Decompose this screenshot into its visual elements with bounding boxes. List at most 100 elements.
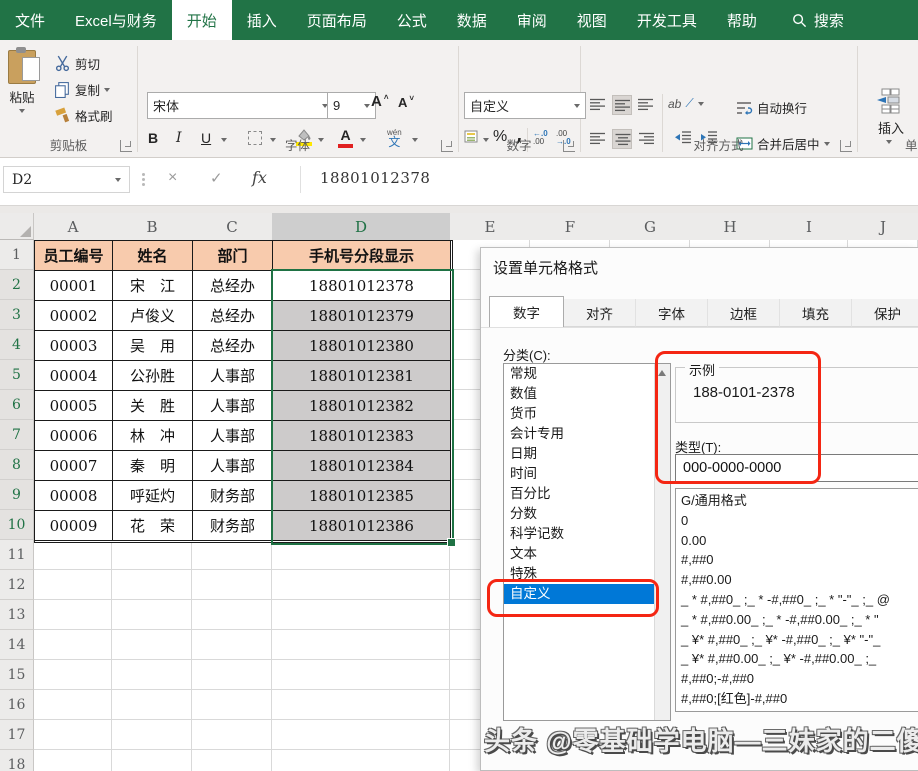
table-cell-r2c3[interactable]: 18801012379 bbox=[273, 301, 451, 331]
ribbon-tab-file[interactable]: 文件 bbox=[0, 0, 60, 40]
font-dialog-launcher[interactable] bbox=[441, 140, 453, 152]
category-item-percentage[interactable]: 百分比 bbox=[504, 484, 670, 504]
formula-input[interactable]: 18801012378 bbox=[320, 169, 430, 187]
format-code-listbox[interactable]: G/通用格式00.00#,##0#,##0.00_ * #,##0_ ;_ * … bbox=[675, 488, 918, 712]
row-header-18[interactable]: 18 bbox=[0, 750, 34, 771]
ribbon-tab-help[interactable]: 帮助 bbox=[712, 0, 772, 40]
table-cell-r4c2[interactable]: 人事部 bbox=[193, 361, 273, 391]
row-header-7[interactable]: 7 bbox=[0, 420, 34, 450]
table-cell-r8c2[interactable]: 财务部 bbox=[193, 481, 273, 511]
col-header-H[interactable]: H bbox=[690, 213, 771, 241]
col-header-D[interactable]: D bbox=[272, 213, 451, 242]
cell-D16[interactable] bbox=[272, 690, 450, 720]
table-cell-r5c1[interactable]: 关 胜 bbox=[113, 391, 193, 421]
table-cell-r2c0[interactable]: 00002 bbox=[35, 301, 113, 331]
cell-D18[interactable] bbox=[272, 750, 450, 771]
cancel-button[interactable]: × bbox=[168, 169, 177, 187]
row-header-16[interactable]: 16 bbox=[0, 690, 34, 720]
row-header-15[interactable]: 15 bbox=[0, 660, 34, 690]
table-cell-r2c2[interactable]: 总经办 bbox=[193, 301, 273, 331]
insert-function-button[interactable]: fx bbox=[252, 168, 267, 187]
valign-top-icon[interactable] bbox=[588, 95, 608, 115]
table-cell-r6c1[interactable]: 林 冲 bbox=[113, 421, 193, 451]
category-item-date[interactable]: 日期 bbox=[504, 444, 670, 464]
table-cell-r1c3[interactable]: 18801012378 bbox=[273, 271, 451, 301]
table-cell-r5c2[interactable]: 人事部 bbox=[193, 391, 273, 421]
ribbon-tab-developer[interactable]: 开发工具 bbox=[622, 0, 712, 40]
font-name-combo[interactable]: 宋体 bbox=[147, 92, 334, 119]
row-header-13[interactable]: 13 bbox=[0, 600, 34, 630]
table-cell-r3c2[interactable]: 总经办 bbox=[193, 331, 273, 361]
table-cell-r9c0[interactable]: 00009 bbox=[35, 511, 113, 541]
row-header-12[interactable]: 12 bbox=[0, 570, 34, 600]
ribbon-tab-excel-finance[interactable]: Excel与财务 bbox=[60, 0, 172, 40]
table-header-r0c1[interactable]: 姓名 bbox=[113, 241, 193, 271]
table-cell-r2c1[interactable]: 卢俊义 bbox=[113, 301, 193, 331]
dialog-tab-font[interactable]: 字体 bbox=[636, 299, 708, 327]
select-all-corner[interactable] bbox=[0, 213, 34, 240]
cell-D14[interactable] bbox=[272, 630, 450, 660]
dialog-tab-fill[interactable]: 填充 bbox=[780, 299, 852, 327]
format-code-8[interactable]: _ ¥* #,##0.00_ ;_ ¥* -#,##0.00_ ;_ bbox=[681, 649, 918, 669]
table-cell-r7c1[interactable]: 秦 明 bbox=[113, 451, 193, 481]
cell-C17[interactable] bbox=[192, 720, 272, 750]
table-cell-r7c2[interactable]: 人事部 bbox=[193, 451, 273, 481]
valign-middle-icon[interactable] bbox=[612, 95, 632, 115]
cell-A14[interactable] bbox=[34, 630, 112, 660]
col-header-G[interactable]: G bbox=[610, 213, 691, 241]
cell-C18[interactable] bbox=[192, 750, 272, 771]
row-header-11[interactable]: 11 bbox=[0, 540, 34, 570]
cell-B12[interactable] bbox=[112, 570, 192, 600]
ribbon-search[interactable]: 搜索 bbox=[778, 0, 858, 40]
cell-C11[interactable] bbox=[192, 540, 272, 570]
category-item-scientific[interactable]: 科学记数 bbox=[504, 524, 670, 544]
table-cell-r9c3[interactable]: 18801012386 bbox=[273, 511, 451, 541]
table-cell-r3c3[interactable]: 18801012380 bbox=[273, 331, 451, 361]
table-cell-r4c3[interactable]: 18801012381 bbox=[273, 361, 451, 391]
paste-button[interactable]: 粘贴 bbox=[8, 50, 36, 113]
category-item-fraction[interactable]: 分数 bbox=[504, 504, 670, 524]
format-painter-button[interactable]: 格式刷 bbox=[54, 106, 113, 125]
ribbon-tab-page-layout[interactable]: 页面布局 bbox=[292, 0, 382, 40]
cell-C12[interactable] bbox=[192, 570, 272, 600]
cell-D15[interactable] bbox=[272, 660, 450, 690]
enter-button[interactable]: ✓ bbox=[210, 169, 223, 187]
wrap-text-button[interactable]: 自动换行 bbox=[736, 98, 807, 117]
table-cell-r9c2[interactable]: 财务部 bbox=[193, 511, 273, 541]
cell-A13[interactable] bbox=[34, 600, 112, 630]
row-header-5[interactable]: 5 bbox=[0, 360, 34, 390]
ribbon-tab-data[interactable]: 数据 bbox=[442, 0, 502, 40]
scroll-up-arrow[interactable] bbox=[658, 370, 666, 376]
table-cell-r6c3[interactable]: 18801012383 bbox=[273, 421, 451, 451]
ribbon-tab-formulas[interactable]: 公式 bbox=[382, 0, 442, 40]
cell-A12[interactable] bbox=[34, 570, 112, 600]
row-header-2[interactable]: 2 bbox=[0, 270, 34, 300]
format-code-0[interactable]: G/通用格式 bbox=[681, 491, 918, 511]
cell-D17[interactable] bbox=[272, 720, 450, 750]
dialog-tab-number[interactable]: 数字 bbox=[489, 296, 564, 327]
format-code-3[interactable]: #,##0 bbox=[681, 550, 918, 570]
cell-C14[interactable] bbox=[192, 630, 272, 660]
cell-D11[interactable] bbox=[272, 540, 450, 570]
cell-A15[interactable] bbox=[34, 660, 112, 690]
table-cell-r5c0[interactable]: 00005 bbox=[35, 391, 113, 421]
formula-bar-drag-handle[interactable] bbox=[142, 173, 145, 176]
cell-C16[interactable] bbox=[192, 690, 272, 720]
shrink-font-button[interactable]: A˅ bbox=[398, 95, 414, 110]
type-input[interactable]: 000-0000-0000 bbox=[675, 454, 918, 482]
table-cell-r8c0[interactable]: 00008 bbox=[35, 481, 113, 511]
category-item-number[interactable]: 数值 bbox=[504, 384, 670, 404]
insert-cells-caret[interactable] bbox=[886, 140, 892, 144]
table-cell-r8c3[interactable]: 18801012385 bbox=[273, 481, 451, 511]
cell-C15[interactable] bbox=[192, 660, 272, 690]
insert-cells-button[interactable] bbox=[876, 88, 902, 114]
name-box[interactable]: D2 bbox=[3, 166, 130, 193]
clipboard-dialog-launcher[interactable] bbox=[120, 140, 132, 152]
cell-A11[interactable] bbox=[34, 540, 112, 570]
number-dialog-launcher[interactable] bbox=[563, 140, 575, 152]
row-header-8[interactable]: 8 bbox=[0, 450, 34, 480]
category-scrollbar[interactable] bbox=[654, 364, 670, 720]
table-cell-r3c1[interactable]: 吴 用 bbox=[113, 331, 193, 361]
row-header-1[interactable]: 1 bbox=[0, 240, 34, 270]
row-header-3[interactable]: 3 bbox=[0, 300, 34, 330]
